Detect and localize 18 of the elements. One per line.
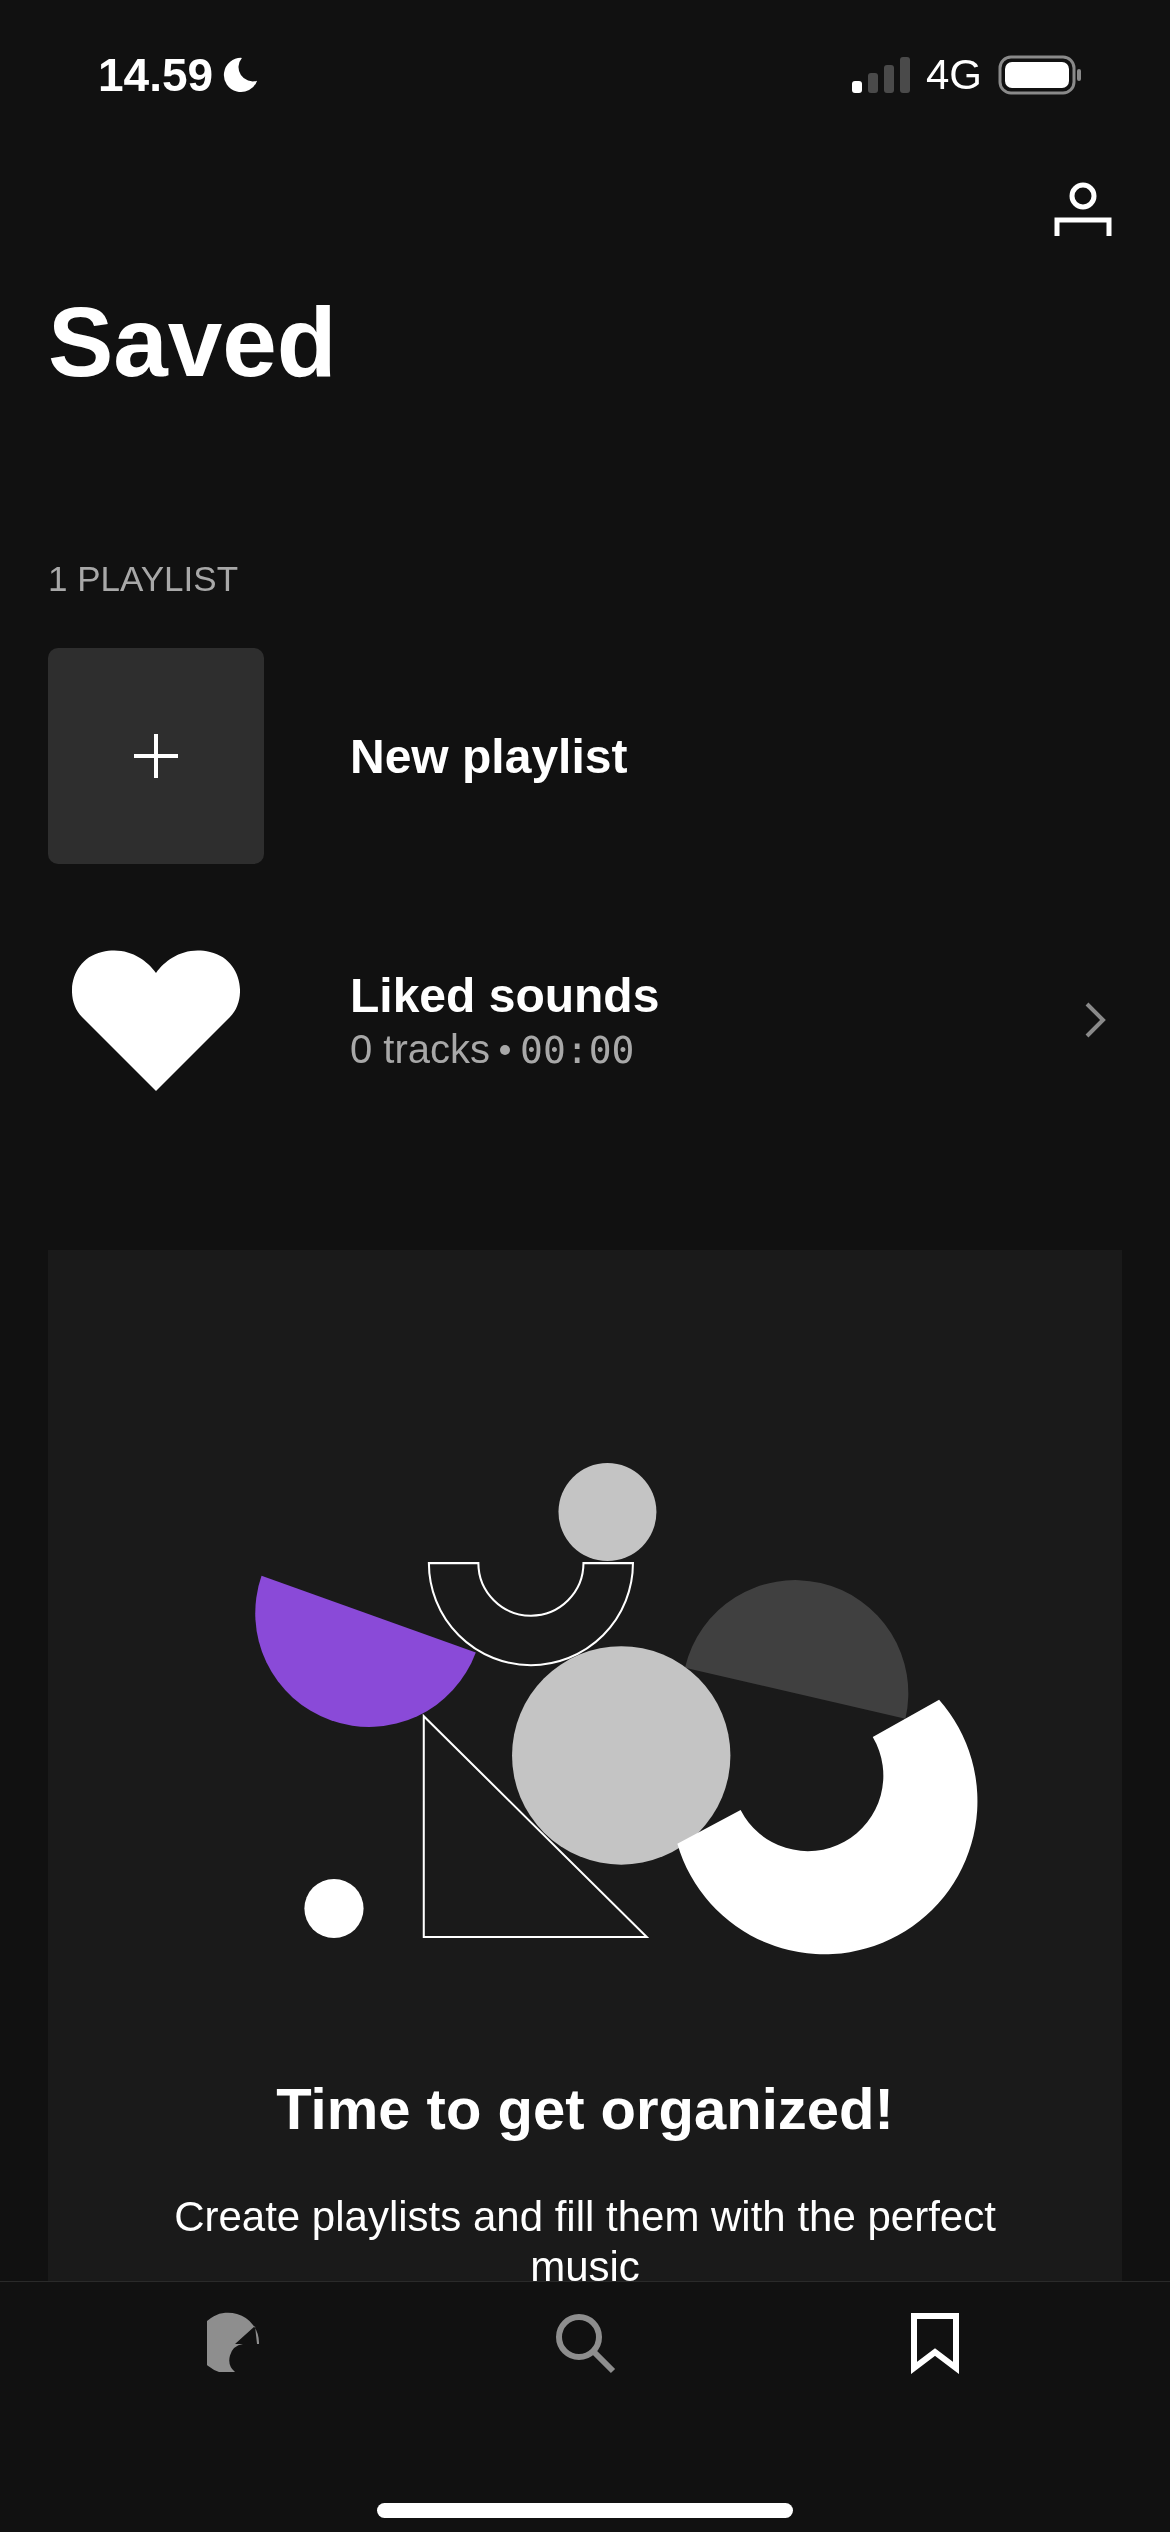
profile-icon[interactable] (1054, 182, 1112, 238)
track-count: 0 tracks (350, 1027, 491, 1072)
plus-icon (132, 732, 180, 780)
bullet-icon (500, 1044, 511, 1055)
liked-playlist-item[interactable]: Liked sounds 0 tracks 00:00 (48, 912, 1122, 1128)
signal-icon (851, 57, 910, 93)
heart-icon (72, 949, 240, 1091)
duration: 00:00 (520, 1027, 635, 1072)
chevron-right-icon (1084, 1001, 1106, 1039)
empty-state-text: Create playlists and fill them with the perfect music (173, 2192, 997, 2281)
network-label: 4G (925, 51, 982, 99)
new-playlist-item[interactable]: New playlist (48, 648, 1122, 864)
moon-icon (221, 56, 260, 94)
page-title: Saved (48, 286, 338, 399)
status-time: 14.59 (98, 48, 214, 102)
battery-icon (998, 55, 1082, 95)
section-label: 1 PLAYLIST (48, 558, 239, 600)
empty-state-title: Time to get organized! (276, 2075, 894, 2142)
